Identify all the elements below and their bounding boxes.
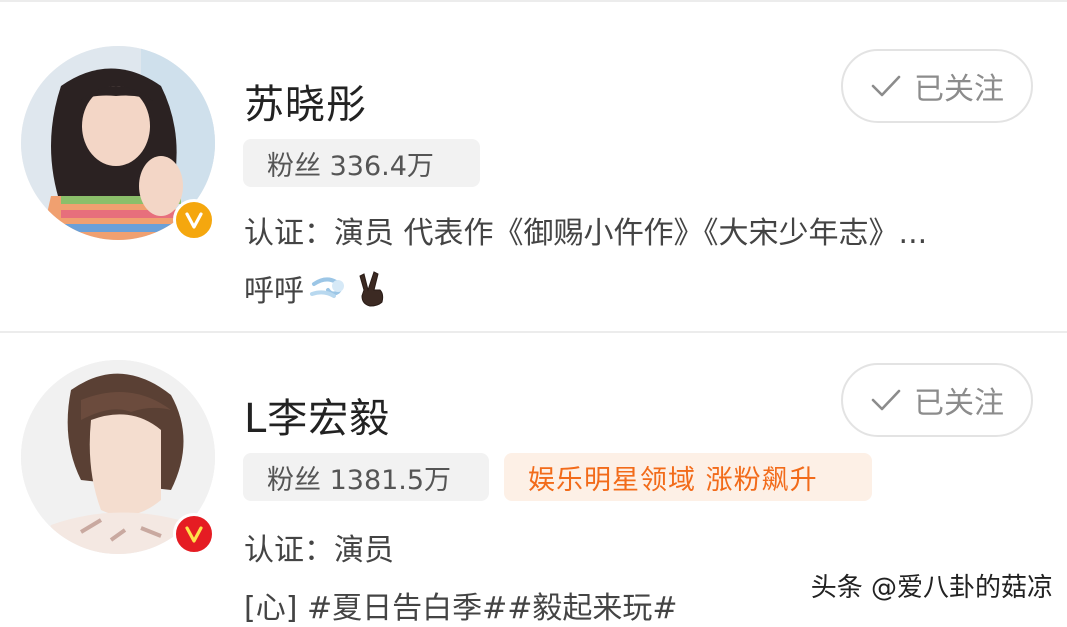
- followed-button[interactable]: 已关注: [841, 363, 1033, 437]
- checkmark-icon: [871, 75, 901, 97]
- followed-button[interactable]: 已关注: [841, 49, 1033, 123]
- verified-badge-icon: [173, 513, 215, 555]
- fans-count-tag: 粉丝 336.4万: [243, 139, 480, 187]
- user-bio: [心] #夏日告白季##毅起来玩#: [244, 583, 678, 627]
- user-card[interactable]: 苏晓彤 已关注 粉丝 336.4万 认证：演员 代表作《御赐小仵作》《大宋少年志…: [0, 0, 1067, 331]
- fans-count-tag: 粉丝 1381.5万: [243, 453, 489, 501]
- trending-tag[interactable]: 娱乐明星领域 涨粉飙升: [504, 453, 872, 501]
- followed-label: 已关注: [914, 72, 1004, 107]
- certification-text: 认证：演员 代表作《御赐小仵作》《大宋少年志》...: [244, 216, 928, 251]
- victory-hand-emoji-icon: [359, 271, 384, 307]
- user-name[interactable]: 苏晓彤: [244, 72, 367, 130]
- checkmark-icon: [871, 389, 901, 411]
- watermark: 头条 @爱八卦的菇凉: [810, 573, 1053, 603]
- bio-text: [心] #夏日告白季##毅起来玩#: [244, 591, 678, 626]
- bio-text: 呼呼: [244, 274, 304, 309]
- certification-text: 认证：演员: [244, 533, 394, 568]
- user-name[interactable]: L李宏毅: [244, 386, 390, 444]
- wind-emoji-icon: [310, 277, 344, 298]
- user-bio: 呼呼: [244, 266, 392, 310]
- verified-badge-icon: [173, 199, 215, 241]
- followed-label: 已关注: [914, 386, 1004, 421]
